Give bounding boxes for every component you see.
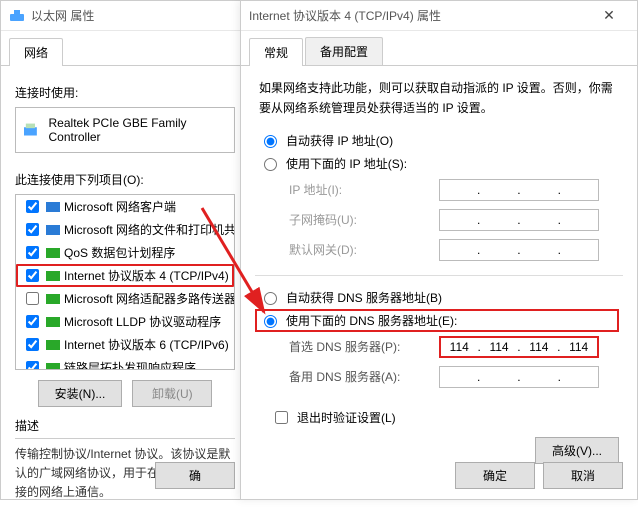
- help-text: 如果网络支持此功能，则可以获取自动指派的 IP 设置。否则，你需要从网络系统管理…: [241, 66, 637, 123]
- dns2-label: 备用 DNS 服务器(A):: [289, 368, 439, 385]
- item-label: Microsoft 网络客户端: [64, 198, 176, 215]
- list-item[interactable]: Internet 协议版本 6 (TCP/IPv6): [16, 333, 234, 356]
- ipv4-properties-window: Internet 协议版本 4 (TCP/IPv4) 属性 ✕ 常规 备用配置 …: [240, 0, 638, 500]
- uninstall-button: 卸载(U): [132, 380, 212, 407]
- ok-button[interactable]: 确定: [455, 462, 535, 489]
- validate-checkbox[interactable]: [275, 411, 288, 424]
- item-checkbox[interactable]: [26, 269, 39, 282]
- item-label: Internet 协议版本 4 (TCP/IPv4): [64, 267, 229, 284]
- protocol-icon: [46, 223, 60, 237]
- item-checkbox[interactable]: [26, 246, 39, 259]
- ethernet-properties-window: 以太网 属性 网络 连接时使用: Realtek PCIe GBE Family…: [0, 0, 250, 500]
- radio-auto-ip[interactable]: [264, 135, 277, 148]
- mask-input: ...: [439, 209, 599, 231]
- list-item[interactable]: Microsoft LLDP 协议驱动程序: [16, 310, 234, 333]
- item-label: Microsoft LLDP 协议驱动程序: [64, 313, 221, 330]
- tab-bar: 网络: [1, 31, 249, 66]
- mask-label: 子网掩码(U):: [289, 211, 439, 228]
- adapter-box: Realtek PCIe GBE Family Controller: [15, 107, 235, 153]
- ip-segment[interactable]: 114: [483, 340, 515, 354]
- dns1-input[interactable]: 114.114.114.114: [439, 336, 599, 358]
- description-group: 描述 传输控制协议/Internet 协议。该协议是默认的广域网络协议，用于在不…: [15, 417, 235, 503]
- radio-manual-ip-label: 使用下面的 IP 地址(S):: [286, 155, 407, 172]
- item-checkbox[interactable]: [26, 223, 39, 236]
- radio-auto-ip-label: 自动获得 IP 地址(O): [286, 132, 393, 149]
- ip-input: ...: [439, 179, 599, 201]
- item-checkbox[interactable]: [26, 292, 39, 305]
- list-item[interactable]: Internet 协议版本 4 (TCP/IPv4): [16, 264, 234, 287]
- description-label: 描述: [15, 417, 235, 434]
- gateway-label: 默认网关(D):: [289, 241, 439, 258]
- ip-segment[interactable]: 114: [443, 340, 475, 354]
- list-item[interactable]: 链路层拓扑发现响应程序: [16, 356, 234, 370]
- window-title: 以太网 属性: [31, 7, 241, 24]
- validate-label: 退出时验证设置(L): [297, 409, 396, 426]
- list-item[interactable]: QoS 数据包计划程序: [16, 241, 234, 264]
- radio-manual-dns-label: 使用下面的 DNS 服务器地址(E):: [286, 312, 457, 329]
- advanced-button[interactable]: 高级(V)...: [535, 437, 619, 464]
- dns1-label: 首选 DNS 服务器(P):: [289, 338, 439, 355]
- tab-bar: 常规 备用配置: [241, 31, 637, 66]
- tab-general[interactable]: 常规: [249, 38, 303, 66]
- list-item[interactable]: Microsoft 网络适配器多路传送器协议: [16, 287, 234, 310]
- radio-manual-dns[interactable]: [264, 315, 277, 328]
- list-item[interactable]: Microsoft 网络的文件和打印机共享: [16, 218, 234, 241]
- item-checkbox[interactable]: [26, 361, 39, 370]
- item-label: Microsoft 网络的文件和打印机共享: [64, 221, 235, 238]
- item-checkbox[interactable]: [26, 200, 39, 213]
- titlebar: 以太网 属性: [1, 1, 249, 31]
- item-checkbox[interactable]: [26, 315, 39, 328]
- radio-manual-ip[interactable]: [264, 158, 277, 171]
- nic-icon: [24, 123, 41, 137]
- titlebar: Internet 协议版本 4 (TCP/IPv4) 属性 ✕: [241, 1, 637, 31]
- protocol-icon: [46, 269, 60, 283]
- item-label: Microsoft 网络适配器多路传送器协议: [64, 290, 235, 307]
- gateway-input: ...: [439, 239, 599, 261]
- tab-network[interactable]: 网络: [9, 38, 63, 66]
- ip-label: IP 地址(I):: [289, 181, 439, 198]
- radio-auto-dns[interactable]: [264, 292, 277, 305]
- dns2-input[interactable]: ...: [439, 366, 599, 388]
- ethernet-icon: [9, 8, 25, 24]
- protocol-icon: [46, 315, 60, 329]
- install-button[interactable]: 安装(N)...: [38, 380, 123, 407]
- protocol-icon: [46, 361, 60, 371]
- adapter-name: Realtek PCIe GBE Family Controller: [49, 116, 226, 144]
- close-icon[interactable]: ✕: [589, 7, 629, 24]
- tab-alt-config[interactable]: 备用配置: [305, 37, 383, 65]
- radio-auto-dns-label: 自动获得 DNS 服务器地址(B): [286, 289, 442, 306]
- items-label: 此连接使用下列项目(O):: [15, 171, 235, 188]
- ip-segment[interactable]: 114: [563, 340, 595, 354]
- protocol-icon: [46, 246, 60, 260]
- item-label: 链路层拓扑发现响应程序: [64, 359, 196, 370]
- list-item[interactable]: Microsoft 网络客户端: [16, 195, 234, 218]
- connect-label: 连接时使用:: [15, 84, 235, 101]
- window-title: Internet 协议版本 4 (TCP/IPv4) 属性: [249, 7, 589, 24]
- item-checkbox[interactable]: [26, 338, 39, 351]
- item-label: Internet 协议版本 6 (TCP/IPv6): [64, 336, 229, 353]
- protocol-icon: [46, 200, 60, 214]
- ip-segment[interactable]: 114: [523, 340, 555, 354]
- item-label: QoS 数据包计划程序: [64, 244, 175, 261]
- cancel-button[interactable]: 取消: [543, 462, 623, 489]
- protocol-icon: [46, 292, 60, 306]
- protocol-icon: [46, 338, 60, 352]
- ok-button[interactable]: 确: [155, 462, 235, 489]
- protocol-list[interactable]: Microsoft 网络客户端 Microsoft 网络的文件和打印机共享 QoS …: [15, 194, 235, 370]
